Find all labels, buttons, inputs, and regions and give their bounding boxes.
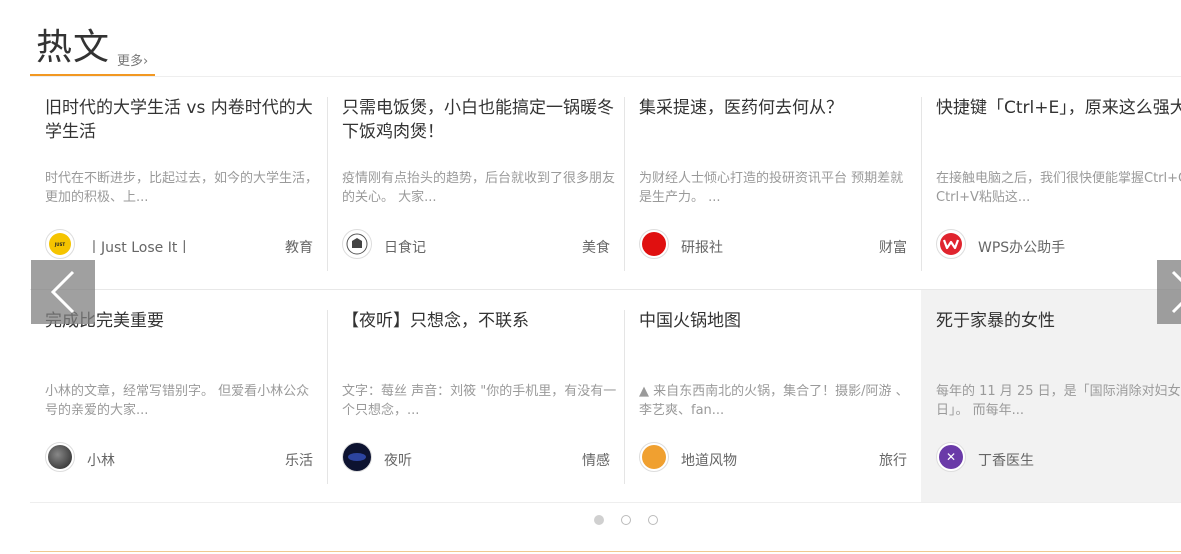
article-title[interactable]: 旧时代的大学生活 vs 内卷时代的大学生活 (45, 96, 320, 144)
article-title[interactable]: 中国火锅地图 (639, 309, 914, 333)
page-dot[interactable] (648, 515, 658, 525)
article-author[interactable]: 地道风物 (681, 450, 737, 470)
article-category[interactable]: 旅行 (879, 450, 907, 470)
article-card[interactable]: 只需电饭煲，小白也能搞定一锅暖冬下饭鸡肉煲！ 疫情刚有点抬头的趋势，后台就收到了… (327, 77, 624, 289)
article-title[interactable]: 死于家暴的女性 (936, 309, 1181, 333)
article-card[interactable]: 集采提速，医药何去何从？ 为财经人士倾心打造的投研资讯平台 预期差就是生产力。 … (624, 77, 921, 289)
article-desc: 小林的文章，经常写错别字。 但爱看小林公众号的亲爱的大家... (45, 384, 310, 418)
article-title[interactable]: 只需电饭煲，小白也能搞定一锅暖冬下饭鸡肉煲！ (342, 96, 617, 144)
article-title[interactable]: 集采提速，医药何去何从？ (639, 96, 914, 120)
chevron-left-icon (50, 270, 75, 314)
article-desc: 为财经人士倾心打造的投研资讯平台 预期差就是生产力。 ... (639, 171, 904, 205)
xiaolin-avatar[interactable] (45, 442, 75, 472)
next-arrow-button[interactable] (1157, 260, 1181, 324)
article-desc: 时代在不断进步，比起过去，如今的大学生活，更加的积极、上... (45, 171, 319, 205)
yanbaoshe-avatar[interactable] (639, 229, 669, 259)
more-link[interactable]: 更多› (117, 50, 148, 69)
column-divider (327, 310, 328, 484)
column-divider (624, 97, 625, 271)
page-dot[interactable] (621, 515, 631, 525)
article-desc: 每年的 11 月 25 日，是「国际消除对妇女暴力日」。 而每年... (936, 384, 1181, 418)
just-lose-it-avatar[interactable]: JUST (45, 229, 75, 259)
section-bottom-divider (30, 551, 1181, 552)
article-title[interactable]: 【夜听】只想念，不联系 (342, 309, 617, 333)
section-title: 热文 (36, 27, 111, 68)
article-category[interactable]: 乐活 (285, 450, 313, 470)
yeting-avatar[interactable] (342, 442, 372, 472)
article-category[interactable]: 美食 (582, 237, 610, 257)
rishiji-avatar[interactable] (342, 229, 372, 259)
column-divider (921, 97, 922, 271)
article-author[interactable]: WPS办公助手 (978, 237, 1065, 257)
article-card[interactable]: 旧时代的大学生活 vs 内卷时代的大学生活 时代在不断进步，比起过去，如今的大学… (30, 77, 327, 289)
article-card[interactable]: 中国火锅地图 ▲ 来自东西南北的火锅，集合了！摄影/阿游 、李艺爽、fan...… (624, 290, 921, 502)
article-category[interactable]: 财富 (879, 237, 907, 257)
dingxiang-avatar[interactable]: ✕ (936, 442, 966, 472)
article-author[interactable]: 研报社 (681, 237, 723, 257)
article-card[interactable]: 快捷键「Ctrl+E」，原来这么强大！ 在接触电脑之后，我们很快便能掌握Ctrl… (921, 77, 1181, 289)
article-author[interactable]: 丁香医生 (978, 450, 1034, 470)
article-desc: 疫情刚有点抬头的趋势，后台就收到了很多朋友的关心。 大家... (342, 171, 616, 205)
wps-avatar[interactable] (936, 229, 966, 259)
article-card[interactable]: 【夜听】只想念，不联系 文字：莓丝 声音：刘筱 "你的手机里，有没有一个只想念，… (327, 290, 624, 502)
article-card[interactable]: 死于家暴的女性 每年的 11 月 25 日，是「国际消除对妇女暴力日」。 而每年… (921, 290, 1181, 502)
page-dot[interactable] (594, 515, 604, 525)
article-category[interactable]: 教育 (285, 237, 313, 257)
prev-arrow-button[interactable] (31, 260, 95, 324)
article-author[interactable]: 夜听 (384, 450, 412, 470)
article-author[interactable]: 日食记 (384, 237, 426, 257)
article-author[interactable]: 丨Just Lose It丨 (87, 237, 191, 257)
article-desc: 在接触电脑之后，我们很快便能掌握Ctrl+C复制、Ctrl+V粘贴这... (936, 171, 1181, 205)
article-title[interactable]: 快捷键「Ctrl+E」，原来这么强大！ (936, 96, 1181, 120)
article-desc: 文字：莓丝 声音：刘筱 "你的手机里，有没有一个只想念，... (342, 384, 617, 418)
section-header: 热文 更多› (30, 24, 1181, 77)
article-desc: ▲ 来自东西南北的火锅，集合了！摄影/阿游 、李艺爽、fan... (639, 384, 909, 418)
article-author[interactable]: 小林 (87, 450, 115, 470)
title-underline (30, 74, 155, 76)
chevron-right-icon (1171, 270, 1181, 314)
column-divider (327, 97, 328, 271)
didao-avatar[interactable] (639, 442, 669, 472)
article-category[interactable]: 情感 (582, 450, 610, 470)
article-grid: 旧时代的大学生活 vs 内卷时代的大学生活 时代在不断进步，比起过去，如今的大学… (30, 77, 1181, 503)
column-divider (624, 310, 625, 484)
